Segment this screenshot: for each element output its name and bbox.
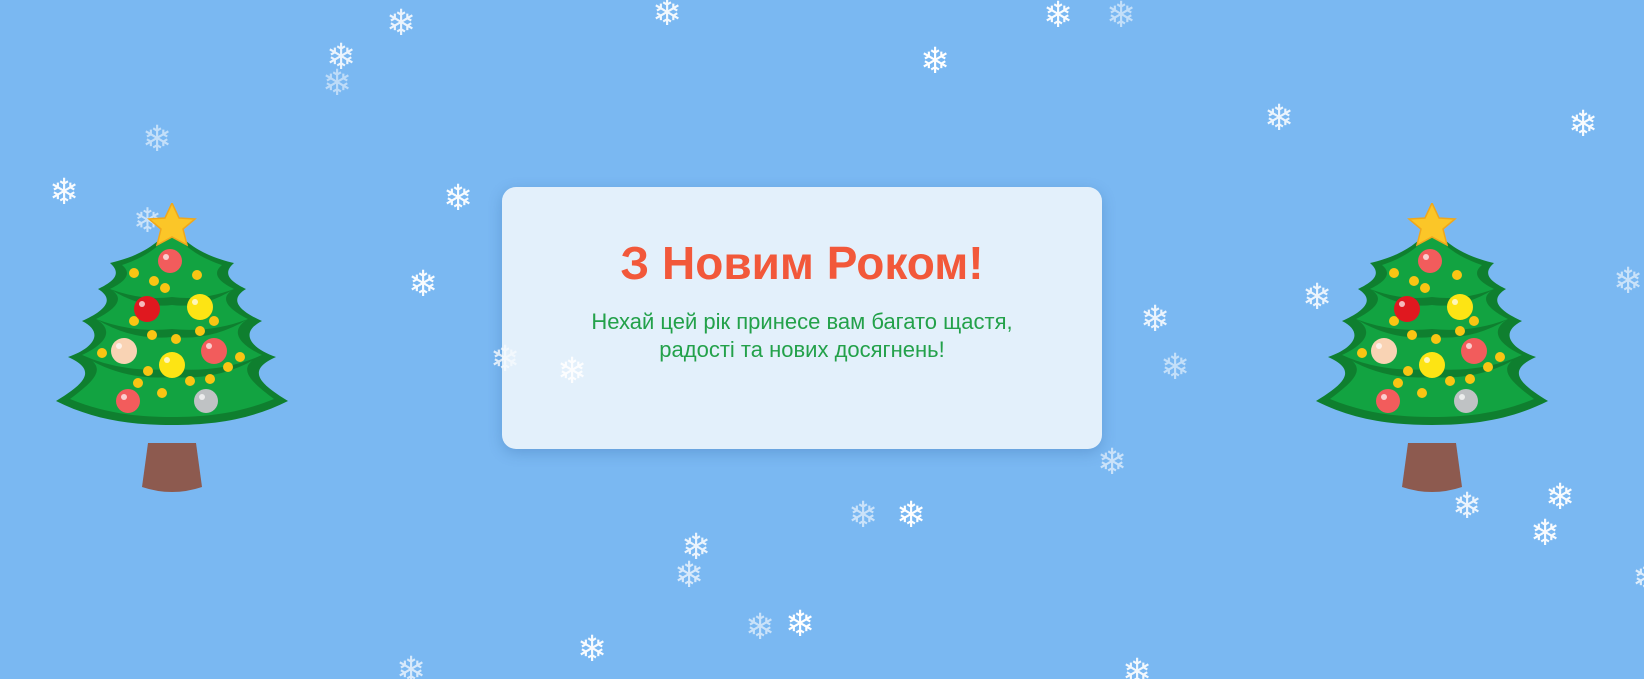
snowflake-icon: ❄	[1613, 261, 1644, 302]
snowflake-icon: ❄	[1140, 299, 1171, 340]
snowflake-icon: ❄	[652, 0, 683, 34]
snowflake-icon: ❄	[577, 629, 608, 670]
snowflake-icon: ❄	[1043, 0, 1074, 36]
snowflake-icon: ❄	[848, 495, 879, 536]
greeting-title: З Новим Роком!	[620, 237, 984, 289]
snowflake-icon: ❄	[681, 527, 712, 568]
christmas-tree-icon	[52, 203, 292, 495]
snowflake-icon: ❄	[408, 264, 439, 305]
snowflake-icon: ❄	[396, 650, 427, 679]
snowflake-icon: ❄	[322, 63, 353, 104]
snowflake-icon: ❄	[443, 178, 474, 219]
snowflake-icon: ❄	[1106, 0, 1137, 36]
snowflake-icon: ❄	[785, 604, 816, 645]
greeting-card: З Новим Роком! Нехай цей рік принесе вам…	[502, 187, 1102, 449]
snowflake-icon: ❄	[1160, 347, 1191, 388]
greeting-message: Нехай цей рік принесе вам багато щастя, …	[591, 308, 1013, 362]
snowflake-icon: ❄	[745, 607, 776, 648]
snowflake-icon: ❄	[386, 3, 417, 44]
snowflake-icon: ❄	[920, 41, 951, 82]
snowflake-icon: ❄	[674, 555, 705, 596]
snowflake-icon: ❄	[1568, 104, 1599, 145]
snowflake-icon: ❄	[1097, 442, 1128, 483]
christmas-tree-icon	[1312, 203, 1552, 495]
snowflake-icon: ❄	[1264, 98, 1295, 139]
snowflake-icon: ❄	[1122, 652, 1153, 679]
snowflake-icon: ❄	[1530, 513, 1561, 554]
snowflake-icon: ❄	[142, 119, 173, 160]
snowflake-icon: ❄	[896, 495, 927, 536]
snowflake-icon: ❄	[1632, 561, 1644, 597]
snowflake-icon: ❄	[326, 37, 357, 78]
